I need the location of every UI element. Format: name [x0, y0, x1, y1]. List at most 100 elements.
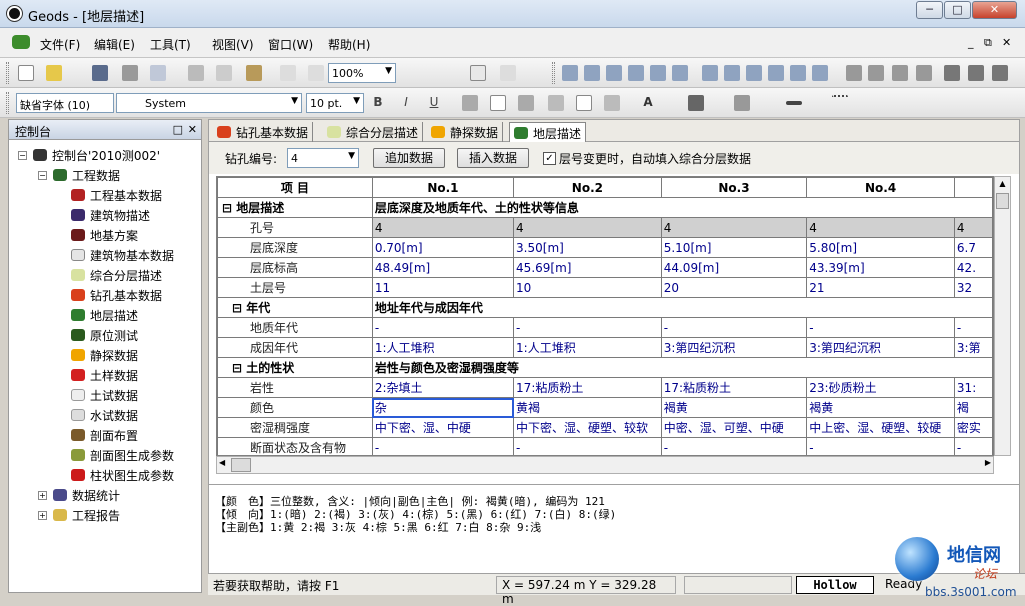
- mdi-close-button[interactable]: ✕: [1002, 36, 1011, 49]
- tree-item-soil-sample[interactable]: 土样数据: [71, 367, 138, 384]
- table-row[interactable]: 土层号 11 10 20 21 32: [217, 277, 993, 298]
- panel-float-button[interactable]: □: [173, 123, 183, 136]
- align-left-icon[interactable]: [562, 65, 578, 81]
- data-cell[interactable]: 4: [371, 217, 515, 238]
- valign-middle-icon[interactable]: [576, 95, 592, 111]
- data-cell[interactable]: 3:第四纪沉积: [806, 337, 955, 358]
- print-icon[interactable]: [122, 65, 138, 81]
- data-cell[interactable]: 3:第四纪沉积: [660, 337, 808, 358]
- data-cell[interactable]: 21: [806, 277, 955, 298]
- data-cell[interactable]: 48.49[m]: [371, 257, 515, 278]
- send-back-icon[interactable]: [968, 65, 984, 81]
- data-cell[interactable]: 褐: [953, 397, 993, 418]
- tree-item-building-basic[interactable]: 建筑物基本数据: [71, 247, 174, 264]
- align-top-icon[interactable]: [628, 65, 644, 81]
- data-cell[interactable]: 20: [660, 277, 808, 298]
- tree-item-section-layout[interactable]: 剖面布置: [71, 427, 138, 444]
- tree-item-water-test[interactable]: 水试数据: [71, 407, 138, 424]
- scroll-thumb[interactable]: [996, 193, 1009, 209]
- data-cell[interactable]: 11: [371, 277, 515, 298]
- header-no3[interactable]: No.3: [660, 177, 808, 198]
- center-h-icon[interactable]: [812, 65, 828, 81]
- text-align-left-icon[interactable]: [462, 95, 478, 111]
- fill-color-icon[interactable]: [734, 95, 750, 111]
- data-cell[interactable]: 45.69[m]: [513, 257, 662, 278]
- data-cell[interactable]: 3:第: [953, 337, 993, 358]
- h-scroll-thumb[interactable]: [231, 458, 251, 472]
- toolbar-grip[interactable]: [6, 62, 9, 84]
- line-color-icon[interactable]: [688, 95, 704, 111]
- tree-item-insitu-test[interactable]: 原位测试: [71, 327, 138, 344]
- data-cell[interactable]: 44.09[m]: [660, 257, 808, 278]
- tree-item-project-basic[interactable]: 工程基本数据: [71, 187, 162, 204]
- data-cell[interactable]: -: [953, 437, 993, 455]
- zoom-select[interactable]: 100% ▼: [328, 63, 396, 83]
- cut-icon[interactable]: [188, 65, 204, 81]
- open-icon[interactable]: [46, 65, 62, 81]
- data-cell[interactable]: 1:人工堆积: [371, 337, 515, 358]
- data-cell[interactable]: -: [371, 317, 515, 338]
- data-cell[interactable]: 32: [953, 277, 993, 298]
- space-v-icon[interactable]: [724, 65, 740, 81]
- close-button[interactable]: ✕: [972, 1, 1017, 19]
- tree-collapse-group[interactable]: −: [38, 171, 47, 180]
- table-row[interactable]: ⊟ 土的性状 岩性与颜色及密湿稠强度等: [217, 357, 993, 378]
- data-cell[interactable]: 4: [660, 217, 808, 238]
- text-align-center-icon[interactable]: [490, 95, 506, 111]
- data-cell[interactable]: -: [660, 437, 808, 455]
- tree-root[interactable]: 控制台'2010测002': [33, 147, 160, 164]
- tree-group-project-data[interactable]: 工程数据: [53, 167, 120, 184]
- tree-group-report[interactable]: 工程报告: [53, 507, 120, 524]
- script-select[interactable]: 缺省字体 (10): [16, 93, 114, 113]
- scroll-left-icon[interactable]: ◀: [219, 458, 225, 467]
- tree-item-cpt-data[interactable]: 静探数据: [71, 347, 138, 364]
- table-row[interactable]: 密湿稠强度 中下密、湿、中硬 中下密、湿、硬塑、较软 中密、湿、可塑、中硬 中上密、湿、…: [217, 417, 993, 438]
- row-name-cell[interactable]: 岩性: [217, 377, 373, 398]
- table-row[interactable]: 岩性 2:杂填土 17:粘质粉土 17:粘质粉土 23:砂质粉土 31:: [217, 377, 993, 398]
- menu-view[interactable]: 视图(V): [212, 36, 254, 53]
- scroll-right-icon[interactable]: ▶: [985, 458, 991, 467]
- data-cell[interactable]: 5.10[m]: [660, 237, 808, 258]
- data-cell[interactable]: 6.7: [953, 237, 993, 258]
- space-h-icon[interactable]: [702, 65, 718, 81]
- table-row[interactable]: 孔号 4 4 4 4 4: [217, 217, 993, 238]
- row-name-cell[interactable]: 地质年代: [217, 317, 373, 338]
- data-cell[interactable]: 23:砂质粉土: [806, 377, 955, 398]
- tree-item-soil-test[interactable]: 土试数据: [71, 387, 138, 404]
- bring-front-icon[interactable]: [944, 65, 960, 81]
- group-icon[interactable]: [992, 65, 1008, 81]
- table-row[interactable]: 断面状态及含有物 - - - - -: [217, 437, 993, 455]
- data-cell[interactable]: -: [806, 317, 955, 338]
- new-icon[interactable]: [18, 65, 34, 81]
- line-width-icon[interactable]: [786, 101, 802, 105]
- tree-group-stats[interactable]: 数据统计: [53, 487, 120, 504]
- tree-expand-report[interactable]: +: [38, 511, 47, 520]
- tree-item-foundation[interactable]: 地基方案: [71, 227, 138, 244]
- data-cell[interactable]: 17:粘质粉土: [513, 377, 662, 398]
- text-align-right-icon[interactable]: [518, 95, 534, 111]
- data-cell[interactable]: 4: [806, 217, 955, 238]
- append-button[interactable]: 追加数据: [373, 148, 445, 168]
- menu-file[interactable]: 文件(F): [40, 36, 80, 53]
- data-cell[interactable]: 17:粘质粉土: [660, 377, 808, 398]
- row-name-cell[interactable]: 土层号: [217, 277, 373, 298]
- table-row[interactable]: 颜色杂黄褐 褐黄 褐黄褐: [217, 397, 993, 418]
- table-row[interactable]: ⊟ 地层描述 层底深度及地质年代、土的性状等信息: [217, 197, 993, 218]
- data-cell[interactable]: 31:: [953, 377, 993, 398]
- paste-icon[interactable]: [246, 65, 262, 81]
- table-row[interactable]: 地质年代 - - - - -: [217, 317, 993, 338]
- table-row[interactable]: 成因年代 1:人工堆积 1:人工堆积 3:第四纪沉积 3:第四纪沉积 3:第: [217, 337, 993, 358]
- data-cell[interactable]: 0.70[m]: [371, 237, 515, 258]
- data-cell[interactable]: 4: [953, 217, 993, 238]
- tree-expand-stats[interactable]: +: [38, 491, 47, 500]
- row-name-cell[interactable]: 孔号: [217, 217, 373, 238]
- mdi-restore-button[interactable]: ⧉: [984, 36, 992, 50]
- copy-icon[interactable]: [216, 65, 232, 81]
- save-icon[interactable]: [92, 65, 108, 81]
- table-row[interactable]: 层底标高 48.49[m] 45.69[m] 44.09[m] 43.39[m] 42.: [217, 257, 993, 278]
- data-cell[interactable]: 中密、湿、可塑、中硬: [660, 417, 808, 438]
- mirror-icon[interactable]: [916, 65, 932, 81]
- underline-icon[interactable]: U: [426, 95, 442, 111]
- data-cell[interactable]: 3.50[m]: [513, 237, 662, 258]
- data-cell[interactable]: -: [371, 437, 515, 455]
